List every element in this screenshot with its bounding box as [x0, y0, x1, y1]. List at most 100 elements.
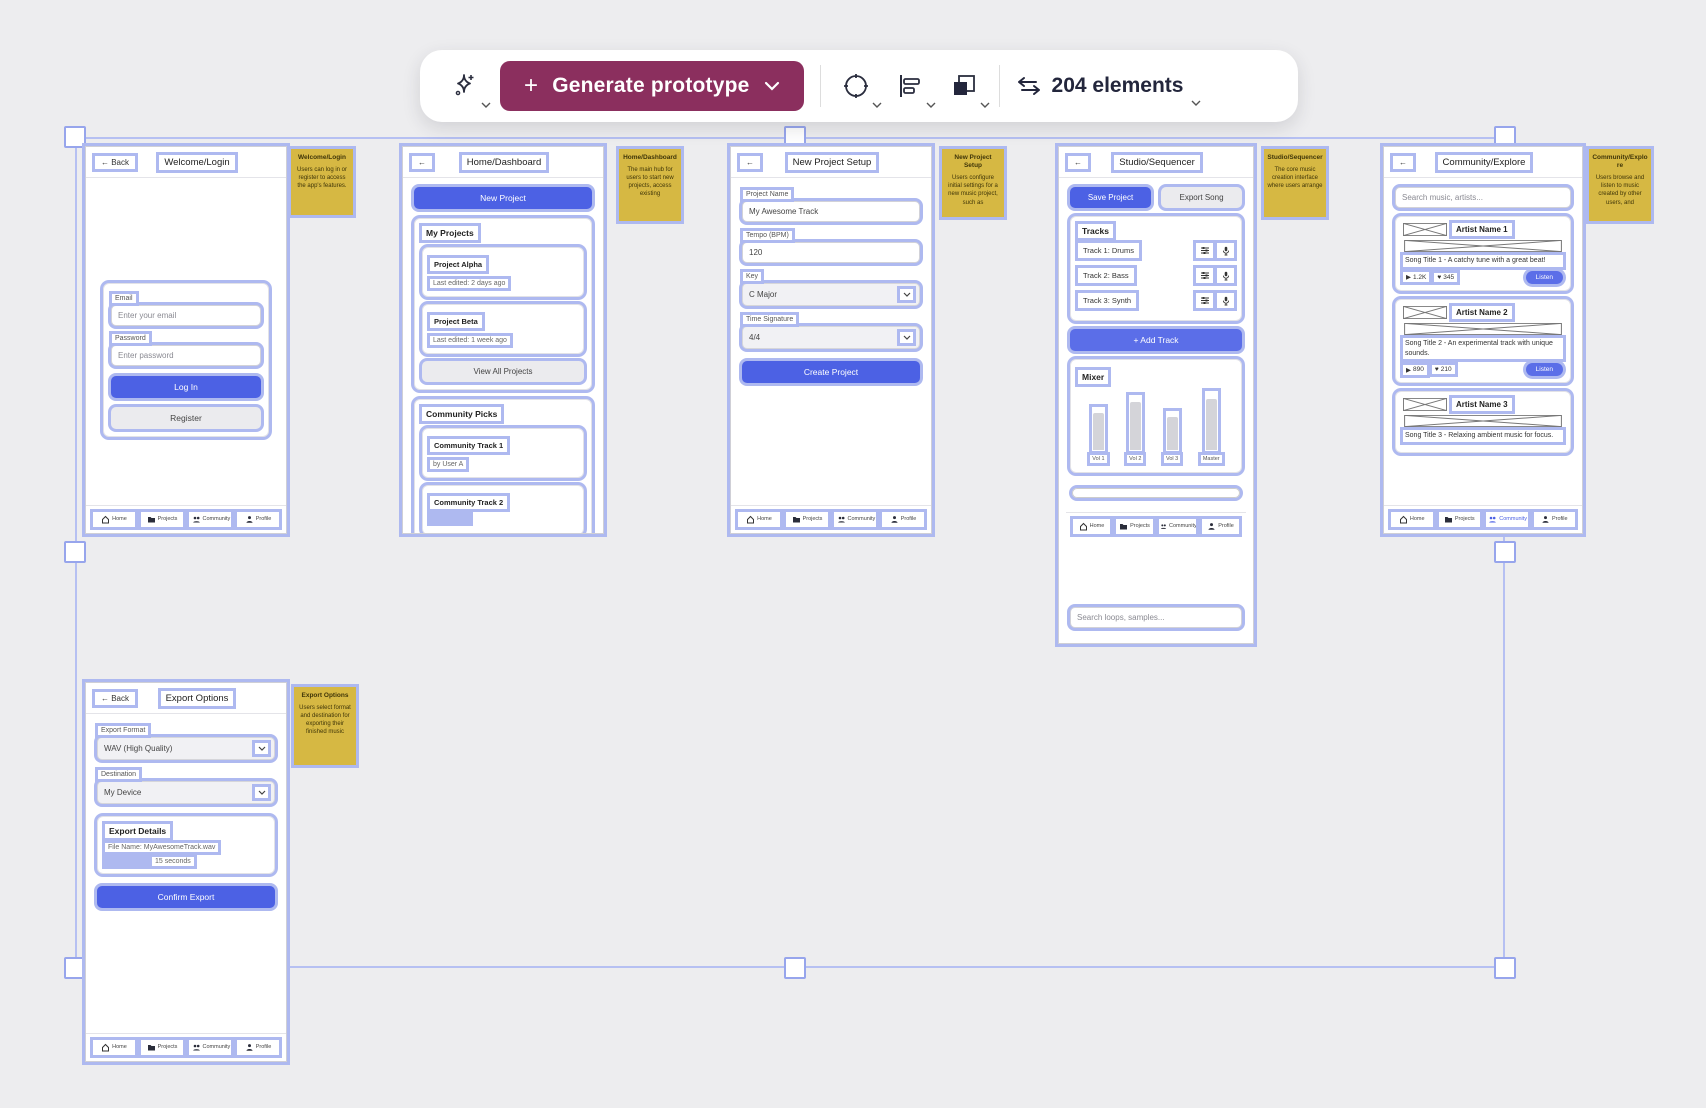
project-card[interactable]: Project Alpha Last edited: 2 days ago [422, 247, 584, 297]
nav-community[interactable]: Community [189, 1040, 231, 1055]
back-button[interactable]: ← Back [95, 156, 135, 169]
timeline-scrollbar[interactable] [1072, 488, 1240, 498]
volume-slider-3[interactable] [1166, 411, 1179, 451]
track-name: Community Track 1 [430, 439, 507, 452]
layers-tool-button[interactable] [945, 67, 983, 105]
time-signature-select[interactable]: 4/4 [742, 326, 920, 349]
sticky-note-new-project[interactable]: New Project Setup Users configure initia… [942, 149, 1004, 217]
export-format-select[interactable]: WAV (High Quality) [97, 737, 275, 760]
project-name-input[interactable] [742, 201, 920, 222]
login-button[interactable]: Log In [111, 376, 261, 398]
track-name: Community Track 2 [430, 496, 507, 509]
nav-home[interactable]: Home [93, 512, 135, 527]
target-tool-button[interactable] [837, 67, 875, 105]
export-song-button[interactable]: Export Song [1161, 187, 1242, 208]
listen-button[interactable]: Listen [1526, 363, 1563, 376]
save-project-button[interactable]: Save Project [1070, 187, 1151, 208]
project-name: Project Beta [430, 315, 482, 328]
key-select[interactable]: C Major [742, 283, 920, 306]
password-input[interactable] [111, 345, 261, 366]
login-form: Email Password Log In Register [103, 283, 269, 437]
search-music-input[interactable] [1395, 187, 1571, 208]
nav-community[interactable]: Community [1159, 519, 1196, 534]
my-projects-section: My Projects Project Alpha Last edited: 2… [414, 218, 592, 390]
community-track-card[interactable]: Community Track 2 [422, 485, 584, 534]
nav-profile[interactable]: Profile [237, 512, 279, 527]
back-button[interactable]: ← Back [95, 692, 135, 705]
back-button[interactable]: ← [1393, 156, 1413, 169]
track-record-button[interactable] [1217, 243, 1234, 258]
nav-community[interactable]: Community [189, 512, 231, 527]
nav-profile[interactable]: Profile [882, 512, 924, 527]
sticky-note-studio[interactable]: Studio/Sequencer The core music creation… [1264, 149, 1326, 217]
track-record-button[interactable] [1217, 293, 1234, 308]
track-record-button[interactable] [1217, 268, 1234, 283]
nav-home[interactable]: Home [738, 512, 780, 527]
nav-projects[interactable]: Projects [141, 1040, 183, 1055]
people-icon [192, 1043, 201, 1052]
selection-handle-bottom-center[interactable] [784, 957, 806, 979]
register-button[interactable]: Register [111, 407, 261, 429]
tempo-input[interactable] [742, 242, 920, 263]
nav-home[interactable]: Home [1391, 512, 1433, 527]
community-track-card[interactable]: Community Track 1 by User A [422, 428, 584, 478]
selection-handle-mid-right[interactable] [1494, 541, 1516, 563]
nav-community-active[interactable]: Community [1486, 512, 1528, 527]
nav-profile[interactable]: Profile [1202, 519, 1239, 534]
nav-profile[interactable]: Profile [237, 1040, 279, 1055]
song-card: Artist Name 1 Song Title 1 - A catchy tu… [1395, 216, 1571, 291]
track-settings-button[interactable] [1196, 268, 1213, 283]
generate-prototype-button[interactable]: + Generate prototype [500, 61, 804, 111]
nav-home[interactable]: Home [93, 1040, 135, 1055]
selection-handle-top-right[interactable] [1494, 126, 1516, 148]
sticky-note-welcome[interactable]: Welcome/Login Users can log in or regist… [291, 149, 353, 215]
artist-image-placeholder [1403, 306, 1447, 319]
back-button[interactable]: ← [740, 156, 760, 169]
new-project-button[interactable]: New Project [414, 187, 592, 209]
selection-handle-top-center[interactable] [784, 126, 806, 148]
volume-slider-1[interactable] [1092, 407, 1105, 451]
back-button[interactable]: ← [412, 156, 432, 169]
slider-label: Vol 2 [1127, 455, 1143, 463]
bottom-nav: Home Projects Community Profile [731, 505, 931, 533]
track-settings-button[interactable] [1196, 243, 1213, 258]
create-project-button[interactable]: Create Project [742, 361, 920, 383]
destination-select[interactable]: My Device [97, 781, 275, 804]
sticky-note-dashboard[interactable]: Home/Dashboard The main hub for users to… [619, 149, 681, 221]
sticky-note-export[interactable]: Export Options Users select format and d… [294, 687, 356, 765]
email-input[interactable] [111, 305, 261, 326]
selection-handle-bottom-left[interactable] [64, 957, 86, 979]
track-settings-button[interactable] [1196, 293, 1213, 308]
search-loops-input[interactable] [1070, 607, 1242, 628]
crosshair-icon [841, 71, 871, 101]
selection-handle-bottom-right[interactable] [1494, 957, 1516, 979]
elements-count-button[interactable]: 204 elements [1016, 74, 1198, 98]
master-slider[interactable] [1205, 391, 1218, 451]
nav-community[interactable]: Community [834, 512, 876, 527]
back-button[interactable]: ← [1068, 156, 1088, 169]
folder-icon [147, 515, 156, 524]
chevron-down-icon [255, 743, 268, 754]
selection-handle-mid-left[interactable] [64, 541, 86, 563]
nav-home[interactable]: Home [1073, 519, 1110, 534]
view-all-projects-button[interactable]: View All Projects [422, 361, 584, 382]
volume-slider-2[interactable] [1129, 395, 1142, 451]
chevron-down-icon [1191, 100, 1201, 106]
nav-projects[interactable]: Projects [141, 512, 183, 527]
ai-sparkle-button[interactable] [446, 67, 484, 105]
top-toolbar: + Generate prototype [420, 50, 1298, 122]
screen-title: Welcome/Login [159, 155, 234, 170]
align-tool-button[interactable] [891, 67, 929, 105]
confirm-export-button[interactable]: Confirm Export [97, 886, 275, 908]
nav-projects[interactable]: Projects [1116, 519, 1153, 534]
nav-profile[interactable]: Profile [1534, 512, 1576, 527]
add-track-button[interactable]: + Add Track [1070, 329, 1242, 351]
listen-button[interactable]: Listen [1526, 271, 1563, 284]
nav-projects[interactable]: Projects [786, 512, 828, 527]
screen-community-explore: ← Community/Explore Artist Name 1 [1383, 146, 1583, 534]
project-card[interactable]: Project Beta Last edited: 1 week ago [422, 304, 584, 354]
selection-handle-top-left[interactable] [64, 126, 86, 148]
email-label: Email [112, 294, 136, 303]
sticky-note-community[interactable]: Community/Explore Users browse and liste… [1589, 149, 1651, 221]
nav-projects[interactable]: Projects [1439, 512, 1481, 527]
